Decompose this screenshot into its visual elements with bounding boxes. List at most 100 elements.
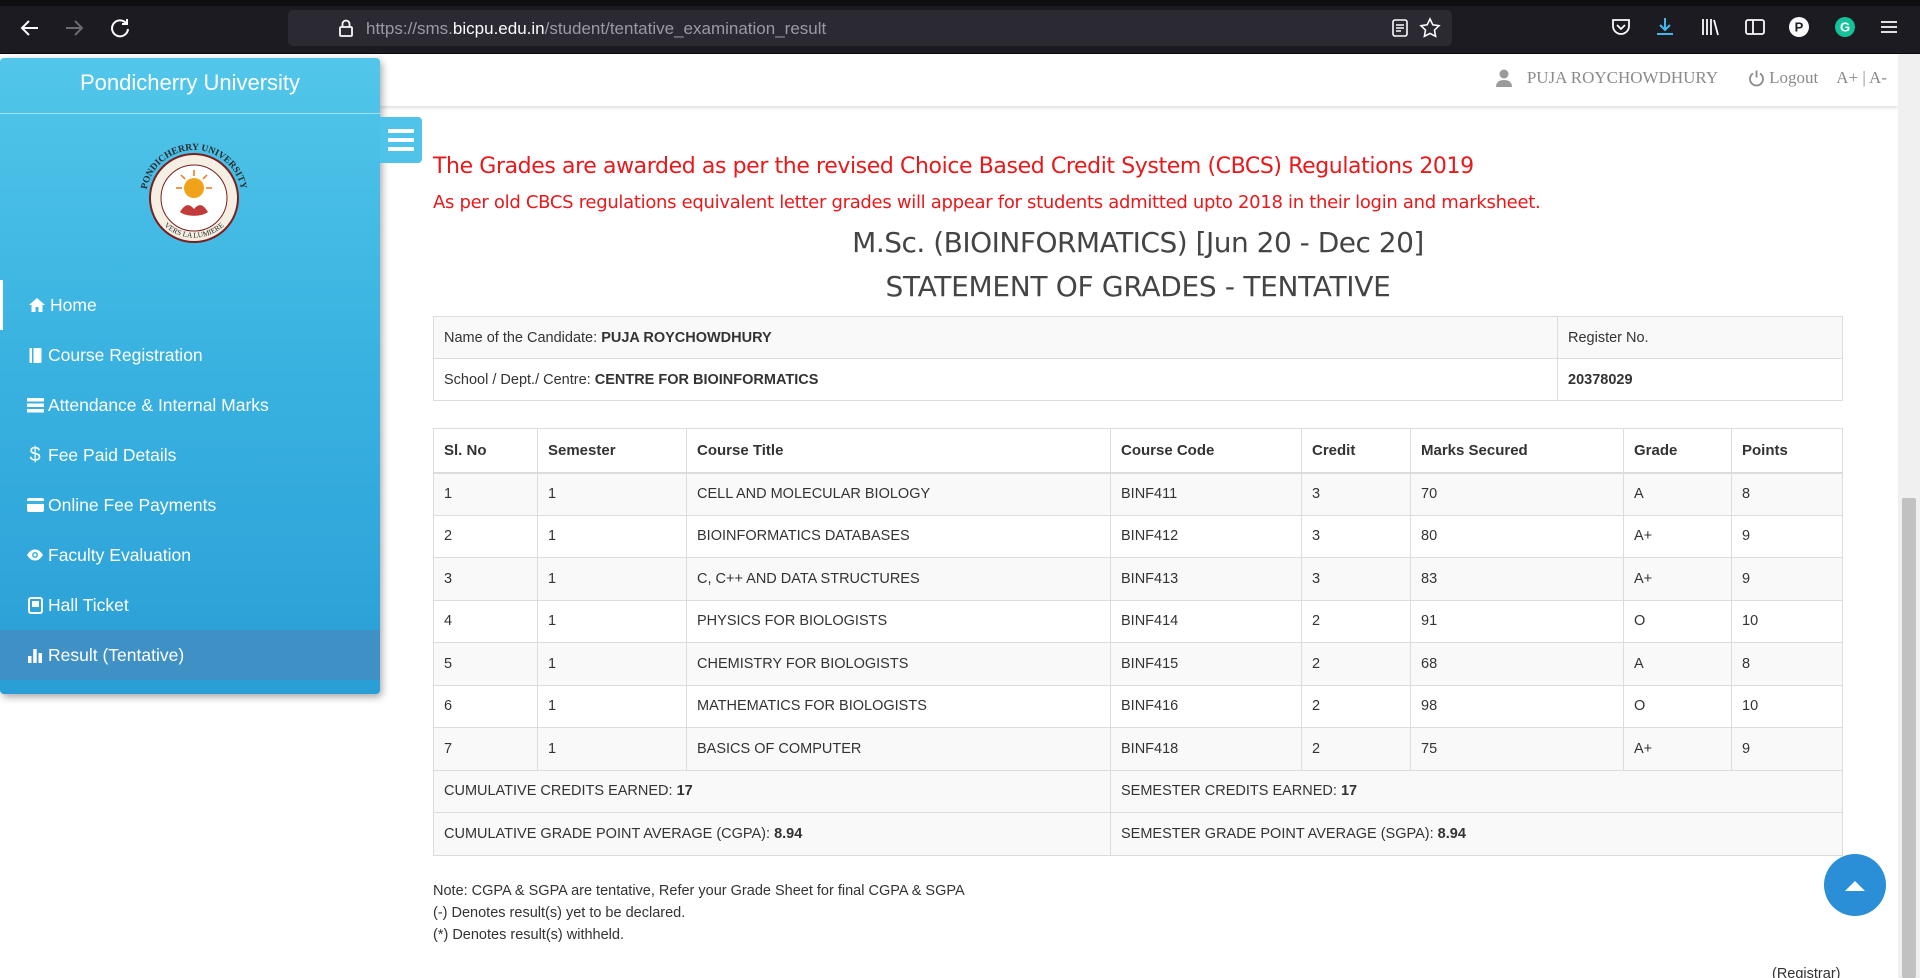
sidebar-item-fee-paid[interactable]: $ Fee Paid Details <box>0 430 380 480</box>
table-cell: 8 <box>1731 642 1843 686</box>
registrar-signature-label: (Registrar) <box>1772 966 1841 978</box>
university-logo-icon: PONDICHERRY UNIVERSITY VERS LA LUMIERE <box>140 143 248 243</box>
scroll-to-top-button[interactable] <box>1824 854 1886 916</box>
table-cell: 1 <box>537 727 687 771</box>
note-line: (*) Denotes result(s) withheld. <box>433 927 624 943</box>
candidate-name-row: Name of the Candidate: PUJA ROYCHOWDHURY… <box>433 316 1843 359</box>
table-cell: BASICS OF COMPUTER <box>686 727 1111 771</box>
table-cell: 1 <box>537 599 687 643</box>
table-cell: 2 <box>1301 727 1411 771</box>
table-row: 2 1 BIOINFORMATICS DATABASES BINF412 3 80 A+ 9 <box>433 514 1843 558</box>
table-cell: 1 <box>537 557 687 601</box>
menu-hamburger-icon[interactable] <box>1876 14 1902 40</box>
gpa-summary-row: CUMULATIVE GRADE POINT AVERAGE (CGPA): 8… <box>433 812 1843 856</box>
register-label: Register No. <box>1557 316 1843 359</box>
sidebar-title: Pondicherry University <box>0 58 380 114</box>
table-cell: 70 <box>1410 472 1624 516</box>
forward-arrow-icon <box>66 20 84 36</box>
table-cell: 3 <box>1301 557 1411 601</box>
pocket-icon[interactable] <box>1608 14 1634 40</box>
font-size-controls[interactable]: A+ | A- <box>1836 68 1887 88</box>
table-cell: BINF416 <box>1110 684 1302 728</box>
sidebar-toggle-icon[interactable] <box>1742 14 1768 40</box>
logout-button[interactable]: Logout <box>1748 68 1818 88</box>
table-cell: 5 <box>433 642 538 686</box>
sidebar-item-faculty-evaluation[interactable]: Faculty Evaluation <box>0 530 380 580</box>
sidebar-item-label: Hall Ticket <box>48 594 129 615</box>
column-header: Grade <box>1623 428 1732 474</box>
old-cbcs-notice: As per old CBCS regulations equivalent l… <box>433 192 1541 213</box>
table-row: 4 1 PHYSICS FOR BIOLOGISTS BINF414 2 91 O 10 <box>433 599 1843 643</box>
cgpa: CUMULATIVE GRADE POINT AVERAGE (CGPA): 8… <box>433 812 1111 856</box>
grammarly-icon[interactable]: G <box>1832 14 1858 40</box>
logout-label: Logout <box>1769 68 1819 87</box>
svg-text:P: P <box>1795 20 1804 35</box>
table-cell: BINF414 <box>1110 599 1302 643</box>
user-block: PUJA ROYCHOWDHURY Logout A+ | A- <box>1495 68 1887 88</box>
candidate-school-row: School / Dept./ Centre: CENTRE FOR BIOIN… <box>433 358 1843 401</box>
downloads-icon[interactable] <box>1652 14 1678 40</box>
table-cell: 1 <box>537 642 687 686</box>
url-bar[interactable]: https://sms.bicpu.edu.in/student/tentati… <box>288 10 1452 46</box>
table-cell: C, C++ AND DATA STRUCTURES <box>686 557 1111 601</box>
page-scrollbar[interactable] <box>1898 54 1920 978</box>
profile-p-icon[interactable]: P <box>1786 14 1812 40</box>
table-cell: O <box>1623 684 1732 728</box>
column-header: Course Title <box>686 428 1111 474</box>
university-logo: PONDICHERRY UNIVERSITY VERS LA LUMIERE <box>124 128 264 268</box>
column-header: Marks Secured <box>1410 428 1624 474</box>
table-cell: 9 <box>1731 514 1843 558</box>
column-header: Credit <box>1301 428 1411 474</box>
candidate-name: PUJA ROYCHOWDHURY <box>601 329 772 346</box>
bar-chart-icon <box>26 646 44 664</box>
table-cell: 2 <box>433 514 538 558</box>
sidebar-item-label: Online Fee Payments <box>48 494 217 515</box>
sidebar-item-label: Attendance & Internal Marks <box>48 394 269 415</box>
table-cell: 9 <box>1731 727 1843 771</box>
table-cell: 2 <box>1301 684 1411 728</box>
forward-button[interactable] <box>60 14 88 42</box>
user-name: PUJA ROYCHOWDHURY <box>1526 68 1719 87</box>
table-cell: MATHEMATICS FOR BIOLOGISTS <box>686 684 1111 728</box>
reader-view-icon[interactable] <box>1387 15 1413 41</box>
sidebar-item-label: Fee Paid Details <box>48 444 177 465</box>
list-icon <box>26 396 44 414</box>
chevron-up-icon <box>1845 881 1865 891</box>
column-header: Course Code <box>1110 428 1302 474</box>
sidebar-item-hall-ticket[interactable]: Hall Ticket <box>0 580 380 630</box>
browser-toolbar: https://sms.bicpu.edu.in/student/tentati… <box>0 0 1920 54</box>
sidebar-item-label: Result (Tentative) <box>48 644 185 665</box>
sidebar-item-attendance[interactable]: Attendance & Internal Marks <box>0 380 380 430</box>
note-line: (-) Denotes result(s) yet to be declared… <box>433 905 686 921</box>
library-icon[interactable] <box>1697 14 1723 40</box>
table-cell: BINF411 <box>1110 472 1302 516</box>
table-cell: A <box>1623 642 1732 686</box>
scrollbar-thumb[interactable] <box>1902 498 1916 978</box>
bookmark-star-icon[interactable] <box>1417 15 1443 41</box>
candidate-info-table: Name of the Candidate: PUJA ROYCHOWDHURY… <box>433 316 1843 401</box>
sidebar-item-result[interactable]: Result (Tentative) <box>0 630 380 680</box>
table-cell: 91 <box>1410 599 1624 643</box>
browser-tab-strip <box>0 0 1920 6</box>
table-cell: 1 <box>537 514 687 558</box>
table-row: 3 1 C, C++ AND DATA STRUCTURES BINF413 3 83 A+… <box>433 557 1843 601</box>
table-cell: 3 <box>1301 514 1411 558</box>
semester-credits: SEMESTER CREDITS EARNED: 17 <box>1110 769 1843 813</box>
reload-icon <box>111 19 129 38</box>
statement-title: STATEMENT OF GRADES - TENTATIVE <box>885 270 1391 303</box>
sidebar-item-online-fee[interactable]: Online Fee Payments <box>0 480 380 530</box>
table-cell: 1 <box>433 472 538 516</box>
reload-button[interactable] <box>106 14 134 42</box>
table-cell: 7 <box>433 727 538 771</box>
ticket-icon <box>26 596 44 614</box>
svg-text:G: G <box>1840 20 1850 35</box>
book-icon <box>26 346 44 364</box>
sidebar-item-home[interactable]: Home <box>0 280 380 330</box>
table-cell: CELL AND MOLECULAR BIOLOGY <box>686 472 1111 516</box>
sidebar-item-course-registration[interactable]: Course Registration <box>0 330 380 380</box>
sidebar-menu: Home Course Registration Attendance & In… <box>0 280 380 680</box>
sidebar-toggle-button[interactable] <box>380 117 422 163</box>
table-cell: BINF418 <box>1110 727 1302 771</box>
table-cell: 1 <box>537 472 687 516</box>
back-button[interactable] <box>16 14 44 42</box>
